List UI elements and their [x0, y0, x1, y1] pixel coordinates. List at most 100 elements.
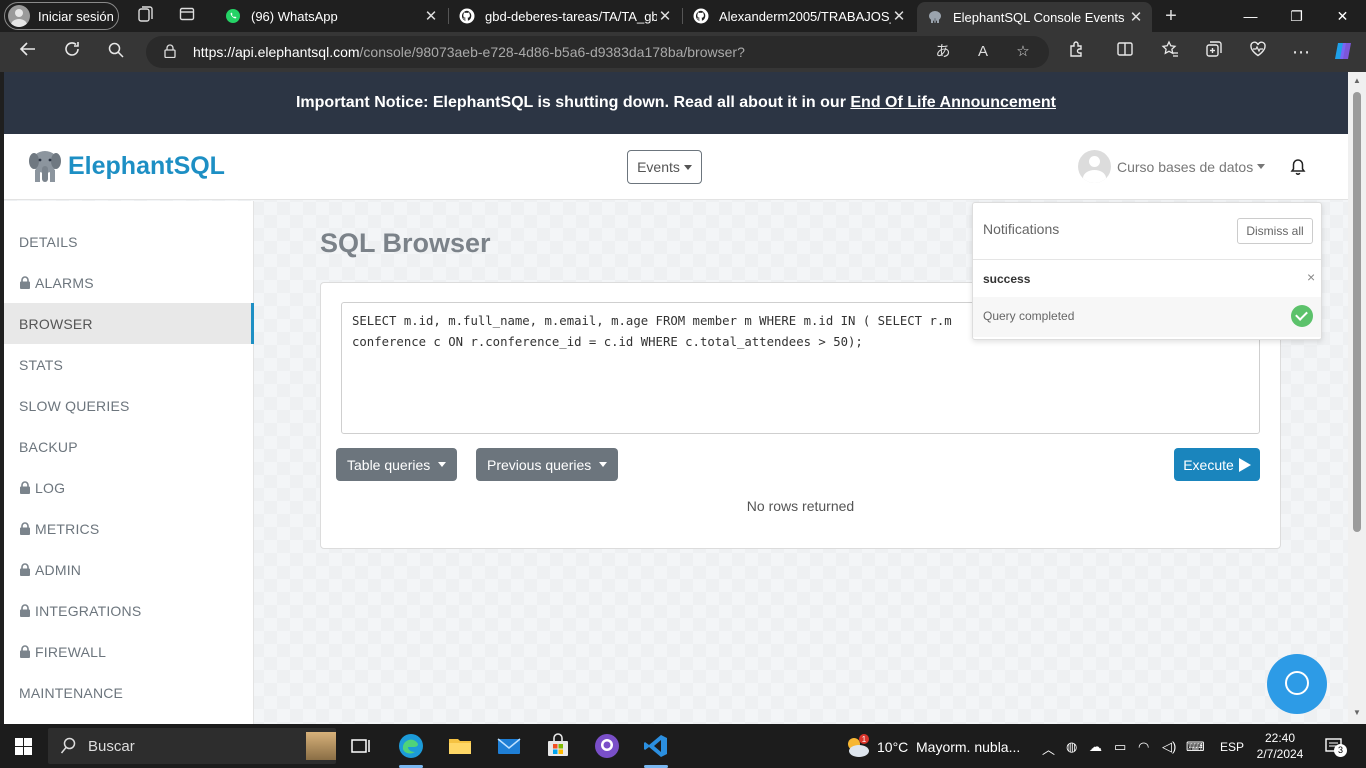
- end-of-life-link[interactable]: End Of Life Announcement: [850, 94, 1056, 111]
- whatsapp-icon: [226, 9, 240, 23]
- sidebar-item-log[interactable]: LOG: [4, 467, 254, 508]
- play-icon: [1238, 457, 1251, 472]
- sidebar-item-label: INTEGRATIONS: [35, 602, 142, 619]
- sidebar-item-stats[interactable]: STATS: [4, 344, 254, 385]
- notification-center-icon[interactable]: 3: [1324, 736, 1347, 757]
- minimize-button[interactable]: —: [1228, 0, 1273, 32]
- scrollbar-thumb[interactable]: [1353, 92, 1361, 532]
- split-screen-icon[interactable]: [1113, 40, 1137, 64]
- search-placeholder: Buscar: [88, 738, 135, 755]
- site-header: ElephantSQL Events Curso bases de datos: [4, 134, 1348, 200]
- back-arrow-icon[interactable]: [16, 40, 40, 64]
- windows-taskbar: Buscar 1 10°C Mayorm. nubla... ︿ ◍ ☁ ▭ ◠…: [0, 724, 1366, 768]
- extensions-icon[interactable]: [1065, 40, 1089, 64]
- bell-icon[interactable]: [1290, 158, 1306, 176]
- scroll-up-arrow-icon[interactable]: ▲: [1352, 76, 1362, 85]
- page-scrollbar[interactable]: ▲ ▼: [1348, 72, 1366, 724]
- scroll-down-arrow-icon[interactable]: ▼: [1352, 708, 1362, 717]
- address-bar[interactable]: https://api.elephantsql.com/console/9807…: [146, 36, 1049, 68]
- weather-temperature: 10°C: [877, 739, 909, 755]
- previous-queries-dropdown[interactable]: Previous queries: [476, 448, 619, 481]
- close-window-button[interactable]: ✕: [1320, 0, 1365, 32]
- sidebar-item-label: BACKUP: [19, 438, 78, 455]
- collections-icon[interactable]: [1202, 40, 1226, 64]
- wifi-icon[interactable]: ◠: [1138, 739, 1149, 755]
- sidebar-item-browser[interactable]: BROWSER: [4, 303, 254, 344]
- chat-support-icon[interactable]: [1267, 654, 1327, 714]
- copilot-icon[interactable]: [1331, 40, 1355, 64]
- sidebar-item-maintenance[interactable]: MAINTENANCE: [4, 672, 254, 713]
- close-icon[interactable]: ✕: [657, 7, 673, 25]
- favorite-star-icon[interactable]: ☆: [1013, 42, 1033, 62]
- favorites-icon[interactable]: [1158, 40, 1182, 64]
- sidebar-item-backup[interactable]: BACKUP: [4, 426, 254, 467]
- search-icon[interactable]: [104, 40, 128, 64]
- sidebar-item-integrations[interactable]: INTEGRATIONS: [4, 590, 254, 631]
- close-icon[interactable]: ✕: [1128, 8, 1144, 26]
- task-view-icon[interactable]: [347, 732, 375, 760]
- divider: [973, 259, 1321, 260]
- elephantsql-logo[interactable]: ElephantSQL: [28, 148, 225, 184]
- file-explorer-icon[interactable]: [446, 732, 474, 760]
- browser-essentials-icon[interactable]: [1246, 40, 1270, 64]
- github-desktop-icon[interactable]: [593, 732, 621, 760]
- tab-github-gbd[interactable]: gbd-deberes-tareas/TA/TA_gbd ✕: [449, 0, 681, 32]
- system-clock[interactable]: 22:40 2/7/2024: [1252, 730, 1308, 762]
- sidebar-item-alarms[interactable]: ALARMS: [4, 262, 254, 303]
- user-menu[interactable]: Curso bases de datos: [1078, 150, 1266, 183]
- read-aloud-icon[interactable]: A: [973, 42, 993, 62]
- onedrive-icon[interactable]: ☁: [1089, 739, 1102, 755]
- sidebar-item-firewall[interactable]: FIREWALL: [4, 631, 254, 672]
- dismiss-all-button[interactable]: Dismiss all: [1237, 218, 1313, 244]
- edge-browser-icon[interactable]: [397, 732, 425, 760]
- translate-icon[interactable]: あ: [933, 42, 953, 62]
- events-dropdown[interactable]: Events: [627, 150, 702, 184]
- sidebar-item-details[interactable]: DETAILS: [4, 221, 254, 262]
- tab-whatsapp[interactable]: (96) WhatsApp ✕: [215, 0, 447, 32]
- language-indicator[interactable]: ESP: [1220, 740, 1244, 754]
- keyboard-icon[interactable]: ⌨: [1186, 739, 1205, 755]
- browser-tab-strip: Iniciar sesión (96) WhatsApp ✕ gbd-deber…: [0, 0, 1366, 32]
- close-icon[interactable]: ✕: [891, 7, 907, 25]
- mail-icon[interactable]: [495, 732, 523, 760]
- page-title: SQL Browser: [320, 228, 491, 258]
- notification-message: Query completed: [983, 309, 1075, 323]
- restore-button[interactable]: ❐: [1274, 0, 1319, 32]
- execute-button[interactable]: Execute: [1174, 448, 1260, 481]
- chevron-up-icon[interactable]: ︿: [1042, 739, 1055, 758]
- browser-toolbar: https://api.elephantsql.com/console/9807…: [0, 32, 1366, 72]
- weather-cloud-icon[interactable]: 1: [843, 733, 871, 759]
- battery-icon[interactable]: ▭: [1114, 739, 1126, 755]
- microsoft-store-icon[interactable]: [544, 732, 572, 760]
- tab-github-trabajos[interactable]: Alexanderm2005/TRABAJOS_BA ✕: [683, 0, 915, 32]
- volume-icon[interactable]: ◁): [1162, 739, 1176, 755]
- profile-button[interactable]: Iniciar sesión: [4, 2, 119, 30]
- refresh-icon[interactable]: [60, 40, 84, 64]
- sidebar-item-label: MAINTENANCE: [19, 684, 124, 701]
- previous-queries-label: Previous queries: [487, 456, 592, 473]
- tab-label: (96) WhatsApp: [251, 8, 338, 24]
- taskbar-search[interactable]: Buscar: [48, 728, 336, 764]
- tab-actions-icon[interactable]: [177, 6, 197, 26]
- github-icon: [693, 8, 709, 24]
- new-tab-button[interactable]: +: [1161, 6, 1181, 26]
- sidebar-item-slow-queries[interactable]: SLOW QUERIES: [4, 385, 254, 426]
- profile-avatar-icon: [8, 5, 30, 27]
- search-highlight-image: [306, 732, 336, 760]
- windows-start-icon[interactable]: [15, 738, 32, 755]
- tab-elephantsql[interactable]: ElephantSQL Console Events ✕: [917, 2, 1152, 32]
- vscode-icon[interactable]: [642, 732, 670, 760]
- shutdown-notice-banner: Important Notice: ElephantSQL is shuttin…: [4, 72, 1348, 134]
- table-queries-dropdown[interactable]: Table queries: [336, 448, 458, 481]
- github-icon: [459, 8, 475, 24]
- elephant-logo-icon: [29, 151, 61, 182]
- more-menu-icon[interactable]: ⋯: [1289, 40, 1313, 64]
- workspaces-icon[interactable]: [135, 6, 155, 26]
- sidebar-item-metrics[interactable]: METRICS: [4, 508, 254, 549]
- meet-now-icon[interactable]: ◍: [1066, 739, 1077, 755]
- close-icon[interactable]: ✕: [423, 7, 439, 25]
- search-icon: [60, 737, 76, 754]
- sidebar-item-admin[interactable]: ADMIN: [4, 549, 254, 590]
- close-icon[interactable]: ×: [1307, 269, 1315, 285]
- chevron-down-icon: [1257, 164, 1266, 169]
